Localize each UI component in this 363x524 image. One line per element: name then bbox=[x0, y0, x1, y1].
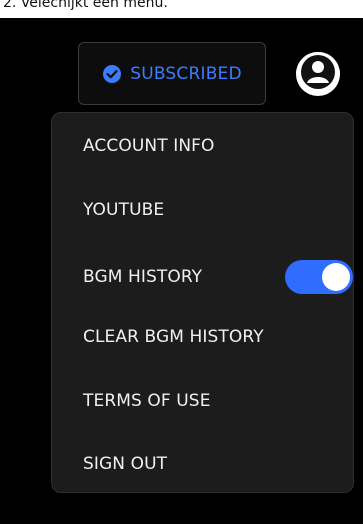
menu-item-bgm-history[interactable]: BGM HISTORY bbox=[83, 252, 353, 302]
menu-item-label: SIGN OUT bbox=[83, 454, 168, 474]
menu-item-youtube[interactable]: YOUTUBE bbox=[83, 190, 333, 230]
account-dropdown-menu: ACCOUNT INFO YOUTUBE BGM HISTORY CLEAR B… bbox=[51, 112, 354, 493]
caption-strip: 2. Velechijkt een menu. bbox=[0, 0, 363, 18]
menu-item-terms-of-use[interactable]: TERMS OF USE bbox=[83, 381, 333, 421]
menu-item-sign-out[interactable]: SIGN OUT bbox=[83, 444, 333, 484]
menu-item-label: ACCOUNT INFO bbox=[83, 136, 215, 156]
avatar-button[interactable] bbox=[296, 52, 340, 96]
menu-item-label: CLEAR BGM HISTORY bbox=[83, 327, 264, 347]
menu-item-clear-bgm-history[interactable]: CLEAR BGM HISTORY bbox=[83, 317, 333, 357]
subscribed-button[interactable]: SUBSCRIBED bbox=[78, 42, 266, 105]
menu-item-label: BGM HISTORY bbox=[83, 267, 203, 287]
menu-item-label: YOUTUBE bbox=[83, 200, 165, 220]
check-circle-icon bbox=[102, 64, 122, 84]
menu-item-label: TERMS OF USE bbox=[83, 391, 211, 411]
toggle-knob bbox=[322, 263, 350, 291]
subscribed-label: SUBSCRIBED bbox=[130, 63, 242, 84]
caption-text: 2. Velechijkt een menu. bbox=[3, 0, 168, 11]
menu-item-account-info[interactable]: ACCOUNT INFO bbox=[83, 126, 333, 166]
bgm-history-toggle[interactable] bbox=[285, 260, 353, 294]
user-icon bbox=[296, 52, 340, 96]
